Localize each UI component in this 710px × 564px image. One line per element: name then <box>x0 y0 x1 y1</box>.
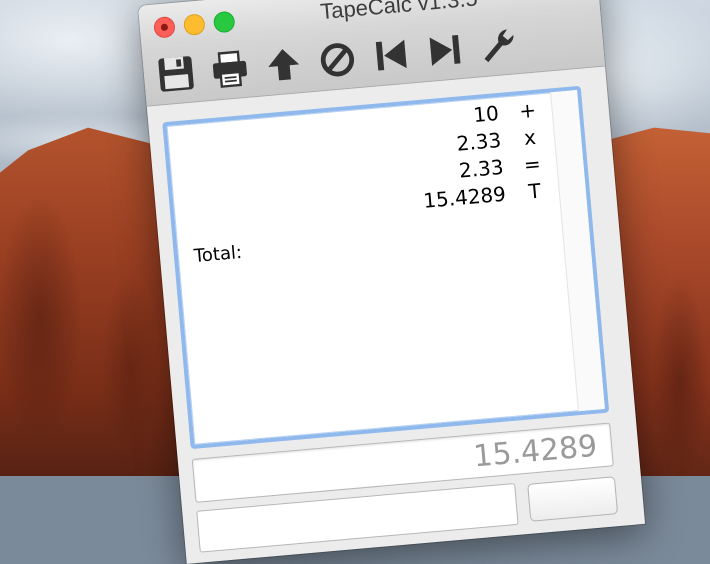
clear-button[interactable] <box>316 36 360 83</box>
previous-button[interactable] <box>369 31 413 78</box>
clear-icon <box>320 43 355 77</box>
action-button[interactable] <box>527 476 619 522</box>
print-button[interactable] <box>208 46 252 93</box>
skip-back-icon <box>375 39 407 71</box>
tape-display[interactable]: 10 + 2.33 x 2.33 = 15.4289 T Total: <box>162 85 610 450</box>
tape-line-operator: T <box>527 178 542 204</box>
tape-panel: 10 + 2.33 x 2.33 = 15.4289 T Total: <box>162 85 610 450</box>
wrench-icon <box>484 29 514 63</box>
tapecalc-window: TapeCalc v1.3.5 10 + 2.33 x 2.33 = 15.42… <box>138 0 646 564</box>
tape-scrollbar[interactable] <box>550 90 605 412</box>
settings-button[interactable] <box>477 22 521 69</box>
next-button[interactable] <box>423 27 467 74</box>
arrow-up-icon <box>268 49 300 81</box>
print-icon <box>212 50 247 88</box>
tape-lines: 10 + 2.33 x 2.33 = 15.4289 T <box>167 95 549 235</box>
save-icon <box>158 56 194 92</box>
tape-line-operator: + <box>518 97 537 123</box>
skip-forward-icon <box>429 34 461 66</box>
tape-line-operator: = <box>522 151 542 177</box>
send-up-button[interactable] <box>262 41 306 88</box>
save-button[interactable] <box>154 50 198 97</box>
total-label: Total: <box>193 241 243 268</box>
tape-line-operator: x <box>522 124 537 150</box>
